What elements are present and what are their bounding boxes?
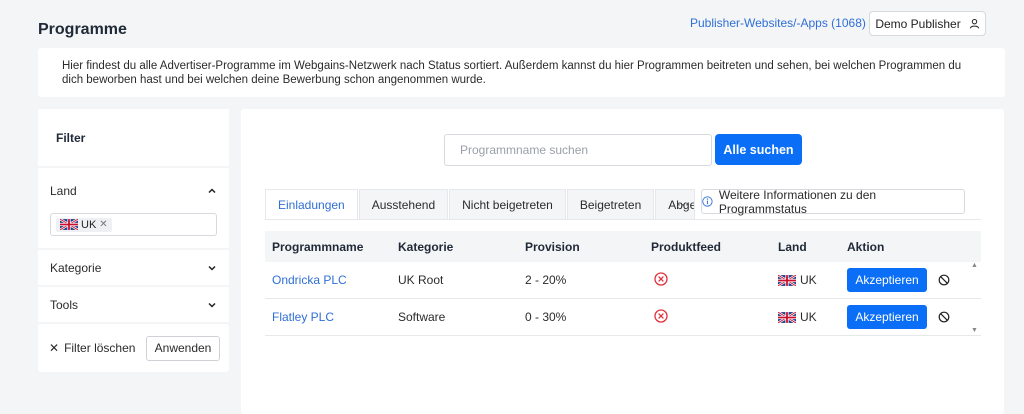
intro-description: Hier findest du alle Advertiser-Programm… (38, 48, 1005, 97)
clear-filter-button[interactable]: ✕ Filter löschen (49, 341, 135, 355)
program-category: Software (398, 310, 446, 324)
block-icon[interactable] (938, 274, 950, 286)
programs-table: Programmname Kategorie Provision Produkt… (265, 231, 981, 336)
program-country: UK (772, 273, 841, 287)
user-icon (969, 18, 979, 29)
column-header-aktion: Aktion (847, 239, 885, 254)
country-chip: UK ✕ (56, 217, 112, 232)
column-header-provision[interactable]: Provision (519, 240, 645, 254)
filter-panel: Filter Land UK ✕ Kategorie Tools ✕ Filte (38, 109, 229, 372)
table-header: Programmname Kategorie Provision Produkt… (265, 231, 981, 262)
chevron-down-icon (208, 302, 216, 308)
filter-title: Filter (38, 109, 229, 168)
accept-button[interactable]: Akzeptieren (847, 305, 927, 329)
program-country-label: UK (800, 310, 817, 324)
filter-section-kategorie: Kategorie (38, 250, 229, 287)
product-feed-cell (645, 308, 772, 326)
x-circle-icon (654, 308, 668, 323)
filter-section-tools: Tools (38, 287, 229, 324)
account-button[interactable]: Demo Publisher (869, 11, 986, 36)
country-chip-label: UK (81, 218, 97, 231)
column-header-land[interactable]: Land (772, 240, 841, 254)
page-title: Programme (38, 21, 127, 38)
product-feed-cell (645, 271, 772, 289)
chevron-down-icon (208, 265, 216, 271)
kategorie-section-toggle[interactable]: Kategorie (38, 250, 229, 285)
program-commission: 2 - 20% (525, 273, 567, 287)
tab-beigetreten[interactable]: Beigetreten (566, 189, 655, 220)
column-header-kategorie[interactable]: Kategorie (392, 240, 519, 254)
chip-remove-icon[interactable]: ✕ (99, 219, 107, 230)
program-country: UK (772, 310, 841, 324)
close-icon: ✕ (49, 341, 60, 355)
apply-filter-button[interactable]: Anwenden (146, 335, 220, 361)
filter-section-land: Land UK ✕ (38, 168, 229, 250)
more-tabs-button[interactable]: ··· (677, 197, 689, 211)
publisher-websites-label: Publisher-Websites/-Apps (1068) (690, 16, 866, 30)
table-scrollbar[interactable]: ▲ ▼ (968, 262, 981, 336)
tab-einladungen[interactable]: Einladungen (265, 189, 358, 220)
country-select[interactable]: UK ✕ (50, 213, 217, 236)
status-info-button[interactable]: Weitere Informationen zu den Programmsta… (701, 187, 965, 216)
action-cell: Akzeptieren (841, 268, 961, 292)
tools-section-toggle[interactable]: Tools (38, 287, 229, 322)
tab-nicht-beigetreten[interactable]: Nicht beigetreten (449, 189, 566, 220)
x-circle-icon (654, 271, 668, 286)
tab-ausstehend[interactable]: Ausstehend (358, 189, 449, 220)
program-category: UK Root (398, 273, 444, 287)
table-row: Ondricka PLC UK Root 2 - 20% UK Akzeptie… (265, 262, 981, 299)
block-icon[interactable] (938, 311, 950, 323)
program-country-label: UK (800, 273, 817, 287)
scroll-up-icon[interactable]: ▲ (971, 262, 978, 269)
program-commission: 0 - 30% (525, 310, 567, 324)
status-info-label: Weitere Informationen zu den Programmsta… (718, 187, 877, 216)
accept-button[interactable]: Akzeptieren (847, 268, 927, 292)
intro-text: Hier findest du alle Advertiser-Programm… (62, 60, 962, 86)
uk-flag-icon (778, 311, 796, 323)
action-cell: Akzeptieren (841, 305, 961, 329)
land-label: Land (50, 183, 77, 198)
tools-label: Tools (50, 297, 79, 312)
column-header-produktfeed[interactable]: Produktfeed (645, 240, 772, 254)
table-row: Flatley PLC Software 0 - 30% UK Akzeptie… (265, 299, 981, 336)
program-name-link[interactable]: Flatley PLC (272, 310, 334, 324)
land-section-toggle[interactable]: Land (38, 168, 229, 213)
account-label: Demo Publisher (875, 16, 961, 31)
uk-flag-icon (60, 219, 78, 230)
uk-flag-icon (778, 274, 796, 286)
tab-abgelehnt[interactable]: Abge (655, 189, 696, 220)
scroll-down-icon[interactable]: ▼ (971, 327, 978, 334)
column-header-programmname[interactable]: Programmname (265, 240, 392, 254)
kategorie-label: Kategorie (50, 260, 102, 275)
program-name-link[interactable]: Ondricka PLC (272, 273, 347, 287)
info-icon (702, 196, 713, 207)
status-tabs: Einladungen Ausstehend Nicht beigetreten… (265, 189, 696, 220)
search-all-button[interactable]: Alle suchen (715, 134, 802, 165)
clear-filter-label: Filter löschen (64, 341, 136, 355)
tabs-divider (265, 219, 981, 220)
programs-panel: Alle suchen Einladungen Ausstehend Nicht… (241, 109, 1004, 414)
publisher-websites-dropdown[interactable]: Publisher-Websites/-Apps (1068) (690, 16, 882, 30)
chevron-up-icon (208, 187, 216, 193)
filter-actions: ✕ Filter löschen Anwenden (38, 324, 229, 372)
program-search-input[interactable] (444, 134, 712, 166)
